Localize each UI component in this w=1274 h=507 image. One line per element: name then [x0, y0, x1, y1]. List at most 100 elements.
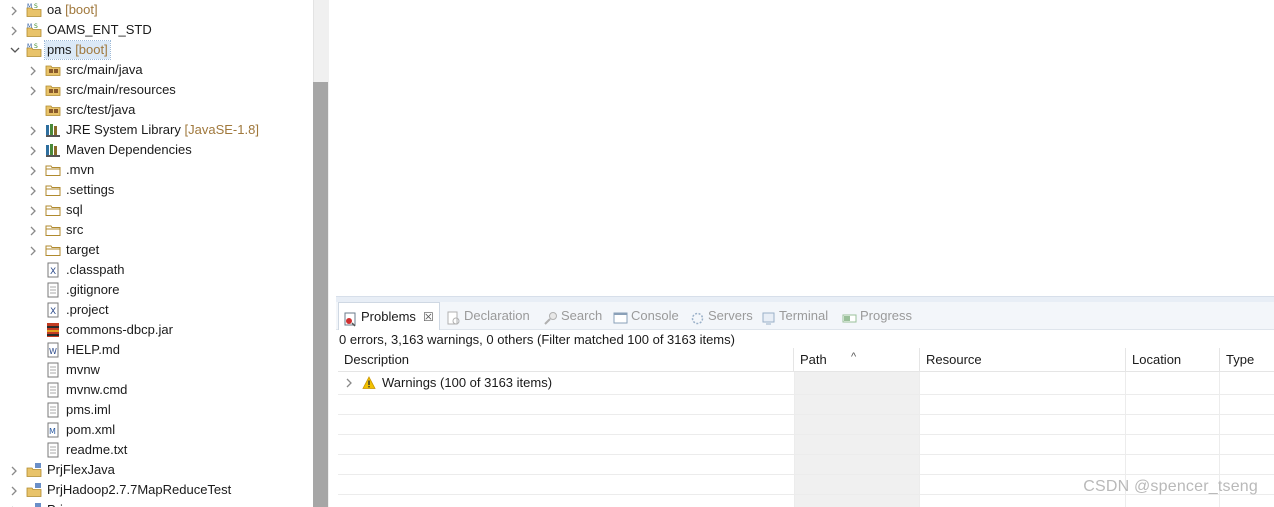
- tree-item-decoration: [boot]: [75, 42, 108, 57]
- expand-chevron-icon[interactable]: [344, 373, 354, 393]
- folder-icon: [45, 202, 61, 218]
- column-header-type[interactable]: Type: [1220, 348, 1274, 372]
- tree-item[interactable]: .settings: [0, 180, 312, 200]
- svg-text:X: X: [50, 267, 56, 277]
- chevron-right-icon[interactable]: [27, 60, 39, 80]
- tree-item[interactable]: W HELP.md: [0, 340, 312, 360]
- tree-item-label: Prj...: [47, 502, 74, 507]
- jar-file-icon: [45, 322, 61, 338]
- tree-item[interactable]: sql: [0, 200, 312, 220]
- chevron-down-icon[interactable]: [8, 40, 20, 60]
- row-divider: [338, 474, 1274, 475]
- chevron-right-icon[interactable]: [27, 240, 39, 260]
- warnings-group-label: Warnings (100 of 3163 items): [382, 375, 553, 390]
- tab-label: Declaration: [464, 308, 530, 323]
- tree-item[interactable]: src/main/resources: [0, 80, 312, 100]
- chevron-right-icon[interactable]: [27, 120, 39, 140]
- tab-progress[interactable]: Progress: [838, 302, 918, 329]
- tree-item-label: pms.iml: [66, 402, 111, 417]
- tree-item[interactable]: M S OAMS_ENT_STD: [0, 20, 312, 40]
- tree-item-label-wrap: src: [64, 221, 85, 239]
- tree-item[interactable]: Maven Dependencies: [0, 140, 312, 160]
- chevron-right-icon[interactable]: [27, 80, 39, 100]
- tree-item[interactable]: mvnw.cmd: [0, 380, 312, 400]
- tab-console[interactable]: Console: [609, 302, 681, 329]
- tree-item-label-wrap: sql: [64, 201, 85, 219]
- view-separator: [329, 0, 336, 507]
- tree-item-label-wrap: target: [64, 241, 101, 259]
- column-divider: [794, 372, 795, 507]
- tree-item[interactable]: commons-dbcp.jar: [0, 320, 312, 340]
- tree-item[interactable]: PrjFlexJava: [0, 460, 312, 480]
- chevron-right-icon[interactable]: [27, 180, 39, 200]
- tab-label: Search: [561, 308, 603, 323]
- chevron-right-icon[interactable]: [8, 500, 20, 507]
- explorer-scrollbar-thumb[interactable]: [313, 82, 328, 507]
- library-icon: [45, 142, 61, 158]
- tree-item-label-wrap: src/main/java: [64, 61, 145, 79]
- tree-item[interactable]: M Spms [boot]: [0, 40, 312, 60]
- column-header-description[interactable]: Description: [338, 348, 794, 372]
- path-column-shade: [794, 372, 920, 507]
- tab-label: Servers: [708, 308, 753, 323]
- watermark: CSDN @spencer_tseng: [1083, 478, 1258, 495]
- chevron-right-icon[interactable]: [27, 220, 39, 240]
- project-icon: [26, 502, 42, 507]
- maven-project-icon: MS: [26, 42, 42, 58]
- tree-item-label-wrap: OAMS_ENT_STD: [45, 21, 154, 39]
- column-header-path[interactable]: Path ^: [794, 348, 920, 372]
- tree-item-label-wrap: .mvn: [64, 161, 96, 179]
- svg-text:M: M: [27, 23, 32, 30]
- column-header-resource[interactable]: Resource: [920, 348, 1126, 372]
- tab-search[interactable]: Search: [539, 302, 605, 329]
- tree-item-label-wrap: Prj...: [45, 501, 76, 507]
- warnings-group-row[interactable]: Warnings (100 of 3163 items): [338, 373, 794, 393]
- chevron-right-icon[interactable]: [27, 200, 39, 220]
- svg-text:S: S: [34, 43, 38, 50]
- tree-item[interactable]: pms.iml: [0, 400, 312, 420]
- svg-text:M: M: [27, 43, 32, 50]
- tree-item-decoration: [JavaSE-1.8]: [184, 122, 259, 137]
- tree-item[interactable]: mvnw: [0, 360, 312, 380]
- text-file-icon: [45, 282, 61, 298]
- tree-item[interactable]: Mpom.xml: [0, 420, 312, 440]
- chevron-right-icon[interactable]: [27, 160, 39, 180]
- tree-item-label-wrap: JRE System Library [JavaSE-1.8]: [64, 121, 261, 139]
- tree-item-label: PrjFlexJava: [47, 462, 115, 477]
- project-icon: [26, 482, 42, 498]
- tree-item[interactable]: M Soa [boot]: [0, 0, 312, 20]
- tab-servers[interactable]: Servers: [686, 302, 753, 329]
- tree-item[interactable]: src/test/java: [0, 100, 312, 120]
- tree-item[interactable]: X .project: [0, 300, 312, 320]
- tree-item-label-wrap: pom.xml: [64, 421, 117, 439]
- chevron-right-icon[interactable]: [27, 140, 39, 160]
- tree-item[interactable]: .mvn: [0, 160, 312, 180]
- tree-item-label: commons-dbcp.jar: [66, 322, 173, 337]
- tree-item[interactable]: PrjHadoop2.7.7MapReduceTest: [0, 480, 312, 500]
- tree-item-label: src/main/resources: [66, 82, 176, 97]
- project-icon: [26, 462, 42, 478]
- column-header-location[interactable]: Location: [1126, 348, 1220, 372]
- tree-item[interactable]: src: [0, 220, 312, 240]
- tree-item[interactable]: target: [0, 240, 312, 260]
- chevron-right-icon[interactable]: [8, 460, 20, 480]
- chevron-right-icon[interactable]: [8, 20, 20, 40]
- tab-problems[interactable]: Problems ☒: [338, 302, 440, 330]
- editor-area[interactable]: [336, 0, 1274, 296]
- tab-terminal[interactable]: Terminal: [757, 302, 833, 329]
- tree-item-label: sql: [66, 202, 83, 217]
- tree-item[interactable]: src/main/java: [0, 60, 312, 80]
- tab-declaration[interactable]: Declaration: [442, 302, 534, 329]
- tree-item-label-wrap: PrjHadoop2.7.7MapReduceTest: [45, 481, 233, 499]
- close-icon[interactable]: ☒: [423, 303, 434, 331]
- tree-item[interactable]: Prj...: [0, 500, 312, 507]
- search-icon: [543, 308, 558, 325]
- tree-item-label: Maven Dependencies: [66, 142, 192, 157]
- chevron-right-icon[interactable]: [8, 480, 20, 500]
- chevron-right-icon[interactable]: [8, 0, 20, 20]
- tree-item-label: .gitignore: [66, 282, 120, 297]
- tree-item[interactable]: .gitignore: [0, 280, 312, 300]
- tree-item[interactable]: X .classpath: [0, 260, 312, 280]
- tree-item[interactable]: JRE System Library [JavaSE-1.8]: [0, 120, 312, 140]
- tree-item[interactable]: readme.txt: [0, 440, 312, 460]
